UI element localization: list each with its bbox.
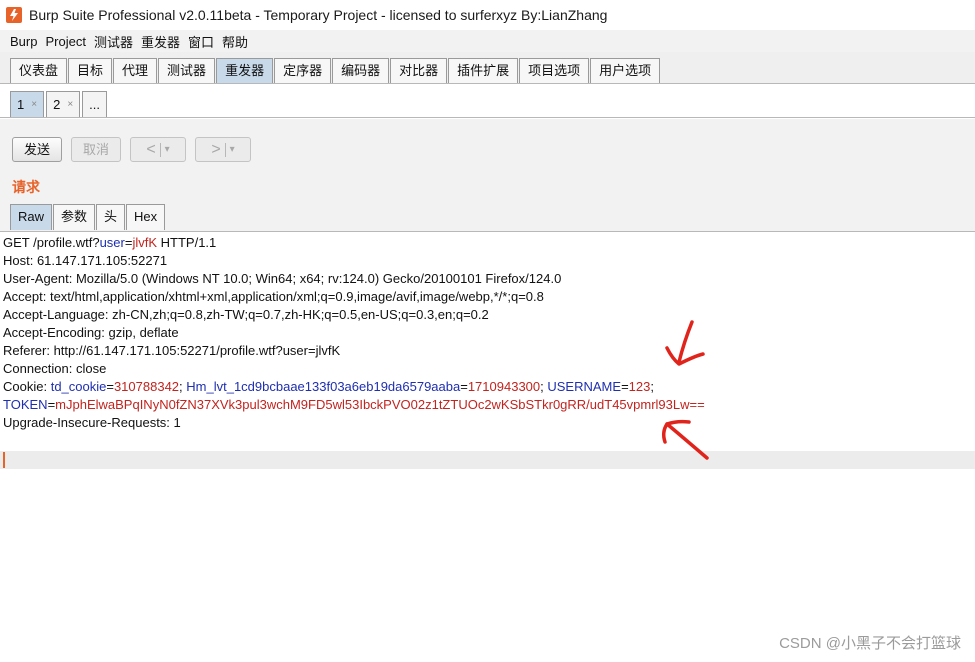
tab-project-options[interactable]: 项目选项 xyxy=(519,58,590,83)
main-tab-bar: 仪表盘 目标 代理 测试器 重发器 定序器 编码器 对比器 插件扩展 项目选项 … xyxy=(0,52,975,84)
header-referer: Referer: http://61.147.171.105:52271/pro… xyxy=(3,343,341,358)
chevron-down-icon[interactable]: ▾ xyxy=(230,138,235,161)
repeater-tab-label: 1 xyxy=(17,96,25,112)
cookie-value: 1710943300 xyxy=(467,379,541,394)
cookie-label: Cookie: xyxy=(3,379,51,394)
header-connection: Connection: close xyxy=(3,361,107,376)
request-view-tabs: Raw 参数 头 Hex xyxy=(10,204,166,230)
tab-sequencer[interactable]: 定序器 xyxy=(274,58,332,83)
title-bar: Burp Suite Professional v2.0.11beta - Te… xyxy=(0,0,975,30)
menu-window[interactable]: 窗口 xyxy=(184,32,218,51)
header-cookie: Cookie: td_cookie=310788342; Hm_lvt_1cd9… xyxy=(3,379,654,394)
request-path: GET /profile.wtf? xyxy=(3,235,100,250)
repeater-toolbar: 发送 取消 < ▾ > ▾ 请求 Raw 参数 头 Hex xyxy=(0,119,975,231)
tab-raw[interactable]: Raw xyxy=(10,204,53,230)
cookie-value: 310788342 xyxy=(113,379,180,394)
chevron-left-icon: < xyxy=(146,141,156,158)
current-line-highlight xyxy=(0,451,975,469)
menu-repeater[interactable]: 重发器 xyxy=(137,32,184,51)
menu-intruder[interactable]: 测试器 xyxy=(90,32,137,51)
arrow-down-head-icon xyxy=(665,346,705,366)
new-tab-label: ... xyxy=(89,96,100,112)
menu-project[interactable]: Project xyxy=(41,34,89,49)
header-cookie-token: TOKEN=mJphElwaBPqINyN0fZN37XVk3pul3wchM9… xyxy=(3,397,705,412)
repeater-tab-bar: 1 × 2 × ... xyxy=(0,84,975,118)
request-heading: 请求 xyxy=(12,179,40,195)
repeater-tab-label: 2 xyxy=(53,96,61,112)
back-button[interactable]: < ▾ xyxy=(130,137,186,162)
param-value: jlvfK xyxy=(132,235,158,250)
tab-target[interactable]: 目标 xyxy=(68,58,113,83)
menu-help[interactable]: 帮助 xyxy=(218,32,252,51)
arrow-up-icon xyxy=(665,422,709,460)
tab-extender[interactable]: 插件扩展 xyxy=(448,58,519,83)
tab-decoder[interactable]: 编码器 xyxy=(332,58,390,83)
cookie-value-token: mJphElwaBPqINyN0fZN37XVk3pul3wchM9FD5wl5… xyxy=(55,397,705,412)
cookie-name: td_cookie xyxy=(50,379,107,394)
tab-dashboard[interactable]: 仪表盘 xyxy=(10,58,68,83)
repeater-tab-1[interactable]: 1 × xyxy=(10,91,45,117)
header-upgrade-insecure: Upgrade-Insecure-Requests: 1 xyxy=(3,415,181,430)
close-icon[interactable]: × xyxy=(67,93,73,117)
header-accept-encoding: Accept-Encoding: gzip, deflate xyxy=(3,325,179,340)
repeater-tab-2[interactable]: 2 × xyxy=(46,91,81,117)
close-icon[interactable]: × xyxy=(31,93,37,117)
tab-params[interactable]: 参数 xyxy=(53,204,96,230)
header-accept-language: Accept-Language: zh-CN,zh;q=0.8,zh-TW;q=… xyxy=(3,307,489,322)
menu-bar: Burp Project 测试器 重发器 窗口 帮助 xyxy=(0,30,975,52)
header-user-agent: User-Agent: Mozilla/5.0 (Windows NT 10.0… xyxy=(3,271,562,286)
menu-burp[interactable]: Burp xyxy=(6,34,41,49)
tab-intruder[interactable]: 测试器 xyxy=(158,58,216,83)
cancel-button[interactable]: 取消 xyxy=(71,137,121,162)
cookie-name-token: TOKEN xyxy=(3,397,48,412)
header-accept: Accept: text/html,application/xhtml+xml,… xyxy=(3,289,544,304)
separator xyxy=(224,142,226,157)
tab-comparer[interactable]: 对比器 xyxy=(390,58,448,83)
tab-proxy[interactable]: 代理 xyxy=(113,58,158,83)
chevron-right-icon: > xyxy=(211,141,221,158)
cookie-name-username: USERNAME xyxy=(547,379,622,394)
arrow-down-icon xyxy=(677,320,694,364)
header-host: Host: 61.147.171.105:52271 xyxy=(3,253,168,268)
param-name: user xyxy=(99,235,125,250)
tab-hex[interactable]: Hex xyxy=(126,204,166,230)
request-editor[interactable]: GET /profile.wtf?user=jlvfK HTTP/1.1 Hos… xyxy=(0,231,975,662)
chevron-down-icon[interactable]: ▾ xyxy=(165,138,170,161)
watermark: CSDN @小黑子不会打篮球 xyxy=(779,635,961,652)
http-version: HTTP/1.1 xyxy=(157,235,217,250)
forward-button[interactable]: > ▾ xyxy=(195,137,251,162)
tab-user-options[interactable]: 用户选项 xyxy=(590,58,661,83)
new-tab-button[interactable]: ... xyxy=(82,91,107,117)
tab-repeater[interactable]: 重发器 xyxy=(216,58,274,83)
annotation-arrows xyxy=(661,320,709,460)
text-caret xyxy=(3,452,5,468)
window-title: Burp Suite Professional v2.0.11beta - Te… xyxy=(29,7,608,23)
cookie-name: Hm_lvt_1cd9bcbaae133f03a6eb19da6579aaba xyxy=(186,379,461,394)
request-line: GET /profile.wtf?user=jlvfK HTTP/1.1 xyxy=(3,234,216,252)
burp-logo-icon xyxy=(5,6,23,24)
cookie-value-username: 123 xyxy=(628,379,651,394)
tab-headers[interactable]: 头 xyxy=(96,204,126,230)
separator xyxy=(159,142,161,157)
send-button[interactable]: 发送 xyxy=(12,137,62,162)
